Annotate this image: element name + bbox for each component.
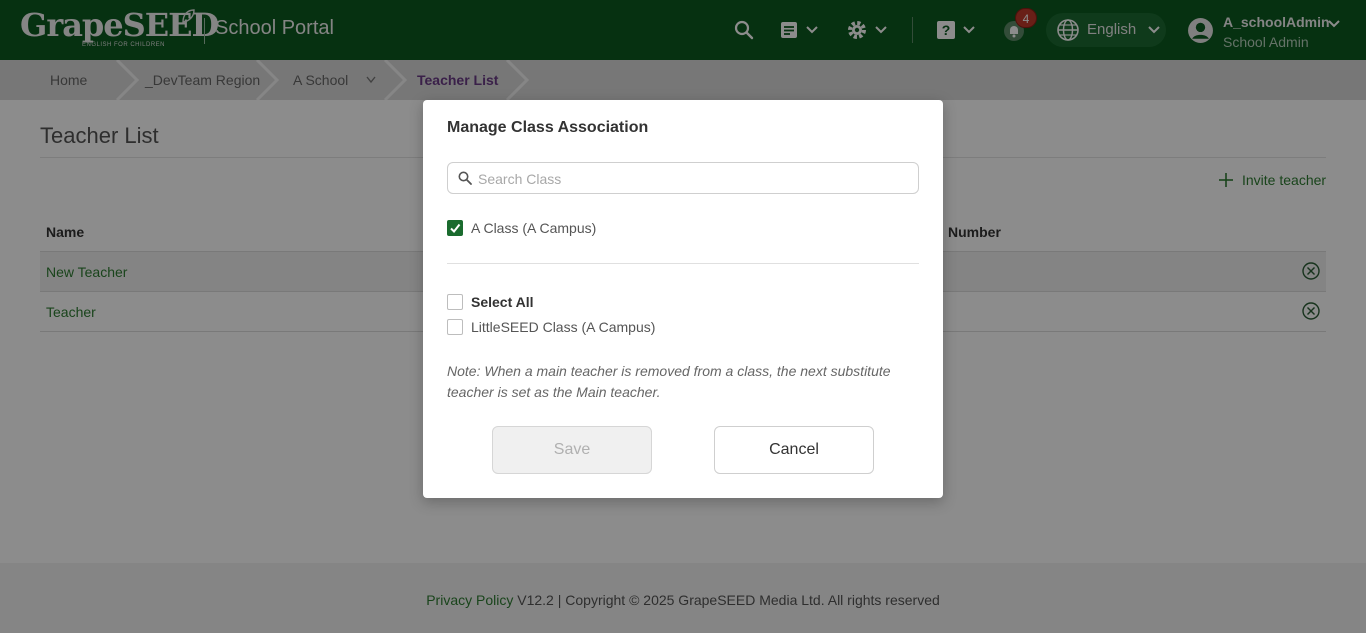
class-label: A Class (A Campus) (471, 220, 597, 236)
search-icon (458, 171, 472, 185)
check-icon (450, 223, 461, 234)
selected-class-item[interactable]: A Class (A Campus) (447, 220, 596, 236)
available-class-item[interactable]: LittleSEED Class (A Campus) (447, 319, 655, 335)
manage-class-association-dialog: Manage Class Association A Class (A Camp… (423, 100, 943, 498)
save-button[interactable]: Save (492, 426, 652, 474)
dialog-title: Manage Class Association (447, 119, 649, 136)
dialog-divider (447, 263, 919, 264)
select-all-label: Select All (471, 294, 534, 310)
class-checkbox[interactable] (447, 319, 463, 335)
dialog-note: Note: When a main teacher is removed fro… (447, 363, 891, 400)
search-class-box[interactable] (447, 162, 919, 194)
select-all-checkbox[interactable] (447, 294, 463, 310)
select-all-item[interactable]: Select All (447, 294, 534, 310)
class-label: LittleSEED Class (A Campus) (471, 319, 656, 335)
class-checkbox[interactable] (447, 220, 463, 236)
cancel-button[interactable]: Cancel (714, 426, 874, 474)
search-class-input[interactable] (478, 167, 908, 191)
